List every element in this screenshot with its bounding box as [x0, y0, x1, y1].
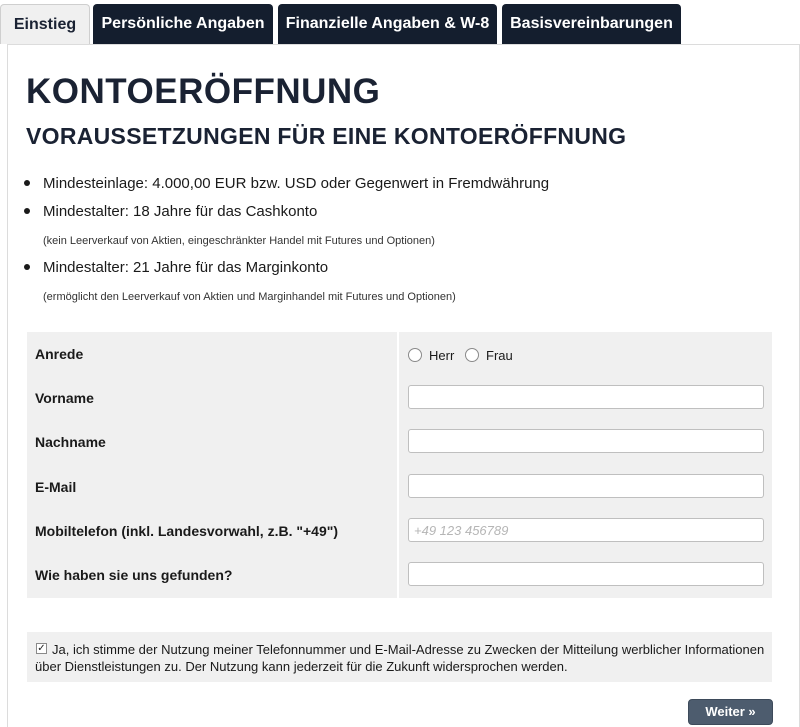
page-subtitle: VORAUSSETZUNGEN FÜR EINE KONTOERÖFFNUNG: [26, 123, 627, 149]
radio-circle-icon[interactable]: [408, 348, 422, 362]
tab-einstieg[interactable]: Einstieg: [0, 4, 90, 44]
mobile-input[interactable]: [408, 518, 764, 542]
consent-text: Ja, ich stimme der Nutzung meiner Telefo…: [35, 642, 765, 674]
next-button[interactable]: Weiter »: [688, 699, 773, 725]
requirement-text: Mindesteinlage: 4.000,00 EUR bzw. USD od…: [43, 175, 550, 192]
referral-label: Wie haben sie uns gefunden?: [35, 567, 233, 583]
email-input[interactable]: [408, 474, 764, 498]
tab-persoenliche-angaben[interactable]: Persönliche Angaben: [93, 4, 273, 44]
requirement-item: Mindestalter: 18 Jahre für das Cashkonto: [24, 203, 724, 223]
requirement-note: (kein Leerverkauf von Aktien, eingeschrä…: [43, 235, 435, 247]
consent-box: Ja, ich stimme der Nutzung meiner Telefo…: [27, 632, 772, 682]
form-row-mobile: Mobiltelefon (inkl. Landesvorwahl, z.B. …: [27, 509, 772, 553]
tab-bar: Einstieg Persönliche Angaben Finanzielle…: [0, 4, 800, 44]
form-row-email: E-Mail: [27, 465, 772, 509]
consent-checkbox[interactable]: ✓: [36, 643, 47, 654]
page-title: KONTOERÖFFNUNG: [26, 72, 381, 111]
bullet-icon: [24, 208, 30, 214]
requirement-text: Mindestalter: 18 Jahre für das Cashkonto: [43, 203, 318, 220]
radio-herr[interactable]: Herr: [408, 347, 454, 363]
last-name-label: Nachname: [35, 434, 106, 450]
requirement-item: Mindesteinlage: 4.000,00 EUR bzw. USD od…: [24, 175, 724, 195]
tab-basisvereinbarungen[interactable]: Basisvereinbarungen: [502, 4, 681, 44]
radio-frau[interactable]: Frau: [465, 347, 513, 363]
radio-label-herr: Herr: [429, 347, 455, 363]
last-name-input[interactable]: [408, 429, 764, 453]
form-row-last-name: Nachname: [27, 420, 772, 464]
email-label: E-Mail: [35, 479, 77, 495]
salutation-label: Anrede: [35, 346, 84, 362]
form-row-referral: Wie haben sie uns gefunden?: [27, 553, 772, 597]
referral-input[interactable]: [408, 562, 764, 586]
first-name-label: Vorname: [35, 390, 94, 406]
bullet-icon: [24, 180, 30, 186]
bullet-icon: [24, 264, 30, 270]
form-row-salutation: Anrede Herr Frau: [27, 332, 772, 376]
form-row-first-name: Vorname: [27, 376, 772, 420]
requirement-item: Mindestalter: 21 Jahre für das Marginkon…: [24, 259, 724, 279]
requirement-text: Mindestalter: 21 Jahre für das Marginkon…: [43, 259, 329, 276]
mobile-label: Mobiltelefon (inkl. Landesvorwahl, z.B. …: [35, 523, 339, 539]
radio-circle-icon[interactable]: [465, 348, 479, 362]
radio-label-frau: Frau: [486, 347, 513, 363]
first-name-input[interactable]: [408, 385, 764, 409]
tab-finanzielle-angaben[interactable]: Finanzielle Angaben & W-8: [278, 4, 497, 44]
requirement-note: (ermöglicht den Leerverkauf von Aktien u…: [43, 291, 456, 303]
registration-form: Anrede Herr Frau Vorname Nachname E-Mail…: [27, 332, 772, 598]
